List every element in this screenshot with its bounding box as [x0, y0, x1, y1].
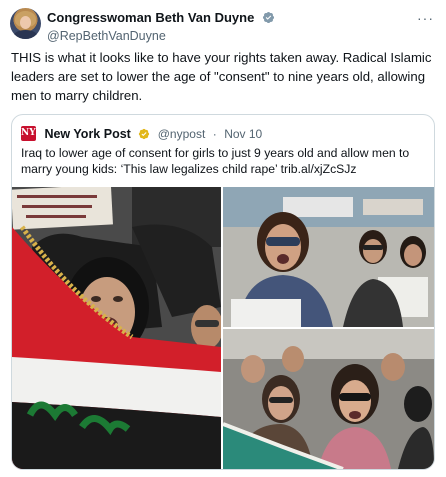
- quoted-tweet-text: Iraq to lower age of consent for girls t…: [21, 146, 410, 176]
- more-icon[interactable]: ···: [417, 10, 434, 26]
- quoted-author-name: New York Post: [44, 126, 131, 141]
- nypost-logo: NYP: [21, 126, 42, 142]
- protest-photo-flag[interactable]: [12, 187, 221, 469]
- protest-photo-woman-sunglasses[interactable]: [223, 187, 434, 327]
- tweet-text: THIS is what it looks like to have your …: [11, 50, 432, 103]
- protest-photo-crowd[interactable]: [223, 329, 434, 469]
- avatar[interactable]: [10, 8, 41, 39]
- verified-badge-icon: [262, 12, 274, 24]
- tweet-header: Congresswoman Beth Van Duyne @RepBethVan…: [10, 8, 436, 43]
- quoted-date: Nov 10: [224, 126, 263, 141]
- quoted-tweet-card[interactable]: NYP New York Post @nypost · Nov 10 Iraq …: [11, 114, 435, 470]
- quoted-tweet-header: NYP New York Post @nypost · Nov 10: [21, 125, 263, 142]
- verified-gold-badge-icon: [139, 128, 150, 139]
- quoted-author-handle: @nypost: [157, 126, 206, 141]
- dot-separator: ·: [212, 126, 217, 141]
- author-names: Congresswoman Beth Van Duyne @RepBethVan…: [47, 9, 275, 43]
- photo-grid: [12, 187, 434, 469]
- author-handle[interactable]: @RepBethVanDuyne: [47, 29, 275, 43]
- author-display-name[interactable]: Congresswoman Beth Van Duyne: [47, 10, 254, 25]
